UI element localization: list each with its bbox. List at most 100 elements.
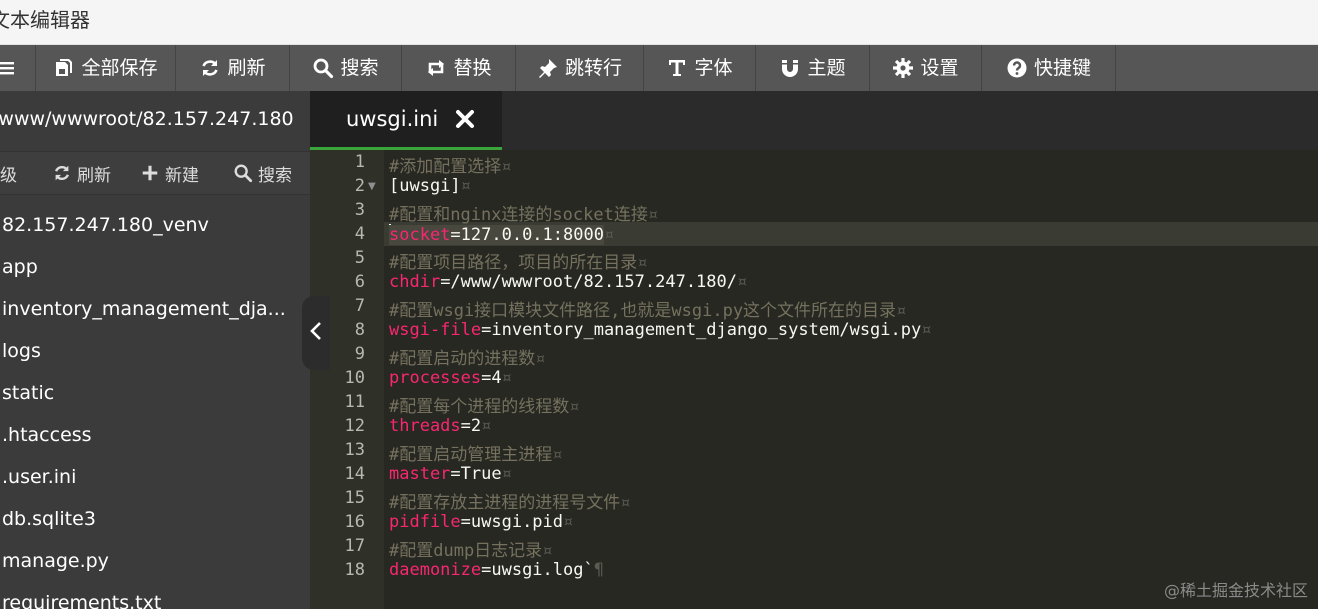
text-icon [666, 57, 688, 79]
file-item[interactable]: .htaccess [0, 414, 310, 456]
close-icon[interactable] [454, 108, 476, 130]
font-button[interactable]: 字体 [644, 45, 756, 91]
search-icon [312, 57, 334, 79]
end-of-line-marker: ¤ [542, 541, 553, 561]
save-all-button[interactable]: 全部保存 [36, 45, 176, 91]
tab-uwsgi-ini[interactable]: uwsgi.ini [310, 91, 502, 150]
refresh-button[interactable]: 刷新 [176, 45, 290, 91]
line-number: 5 [354, 248, 365, 268]
fold-arrow-icon[interactable]: ▼ [368, 181, 376, 192]
code-line[interactable]: chdir=/www/wwwroot/82.157.247.180/¤ [389, 272, 747, 292]
search-label: 搜索 [340, 57, 379, 79]
code-line[interactable]: threads=2¤ [389, 416, 491, 436]
sidebar-refresh-button[interactable]: 刷新 [52, 161, 111, 186]
code-key: pidfile [389, 512, 461, 532]
theme-label: 主题 [807, 57, 846, 79]
theme-button[interactable]: 主题 [756, 45, 870, 91]
save-all-label: 全部保存 [81, 57, 158, 79]
code-line[interactable]: master=True¤ [389, 464, 512, 484]
code-value: =2 [460, 416, 482, 436]
code-line[interactable]: #配置wsgi接口模块文件路径,也就是wsgi.py这个文件所在的目录¤ [389, 296, 906, 321]
code-line[interactable]: #配置每个进程的线程数¤ [389, 392, 580, 417]
pin-icon [537, 57, 559, 79]
file-item[interactable]: .user.ini [0, 456, 310, 498]
sidebar-new-button[interactable]: 新建 [140, 161, 199, 186]
code-comment: #配置每个进程的线程数 [389, 397, 570, 417]
code-line[interactable]: #配置项目路径，项目的所在目录¤ [389, 248, 647, 273]
toolbar-menu-button[interactable] [0, 45, 36, 91]
code-editor[interactable]: 1 2 ▼ 3 4 5 6 7 8 9 10 11 12 13 14 15 16 17 18 #添加配置选择¤ [uw… [310, 150, 1318, 609]
toolbar: 全部保存 刷新 搜索 替换 跳转行 字体 主题 设置 快捷键 [0, 45, 1318, 91]
code-key: chdir [389, 272, 441, 292]
sidebar-collapse-button[interactable] [302, 296, 330, 370]
current-path: /www/wwwroot/82.157.247.180 [0, 108, 294, 130]
file-item[interactable]: inventory_management_dja... [0, 288, 310, 330]
shortcuts-button[interactable]: 快捷键 [982, 45, 1116, 91]
code-line[interactable]: socket=127.0.0.1:8000¤ [389, 224, 614, 245]
settings-button[interactable]: 设置 [870, 45, 982, 91]
code-line[interactable]: #配置存放主进程的进程号文件¤ [389, 488, 630, 513]
sidebar-new-label: 新建 [165, 165, 199, 186]
up-level-button[interactable]: 上一级 [0, 161, 17, 186]
file-item[interactable]: db.sqlite3 [0, 498, 310, 540]
file-item[interactable]: logs [0, 330, 310, 372]
line-number: 1 [354, 152, 365, 172]
end-of-line-marker: ¤ [481, 416, 492, 436]
sidebar-search-button[interactable]: 搜索 [233, 161, 292, 186]
code-comment: #配置存放主进程的进程号文件 [389, 493, 621, 513]
goto-line-label: 跳转行 [564, 57, 622, 79]
line-number: 16 [344, 512, 365, 532]
file-item[interactable]: manage.py [0, 540, 310, 582]
plus-icon [140, 163, 160, 183]
code-key: master [389, 464, 451, 484]
code-line[interactable]: processes=4¤ [389, 368, 512, 388]
search-button[interactable]: 搜索 [290, 45, 402, 91]
code-line[interactable]: #添加配置选择¤ [389, 152, 512, 177]
line-number: 6 [354, 272, 365, 292]
code-comment: #配置启动的进程数 [389, 349, 536, 369]
code-key: daemonize [389, 560, 482, 580]
menu-icon [0, 57, 20, 79]
end-of-line-marker: ¤ [460, 176, 471, 196]
file-sidebar: /www/wwwroot/82.157.247.180 上一级 刷新 新建 搜索… [0, 91, 310, 609]
toolbar-filler [1116, 45, 1318, 91]
shortcuts-label: 快捷键 [1033, 57, 1091, 79]
line-number-gutter: 1 2 ▼ 3 4 5 6 7 8 9 10 11 12 13 14 15 16 17 18 [310, 150, 384, 609]
code-line[interactable]: #配置启动管理主进程¤ [389, 440, 563, 465]
end-of-line-marker: ¤ [921, 320, 932, 340]
code-line[interactable]: #配置和nginx连接的socket连接¤ [389, 200, 658, 225]
end-of-line-marker: ¤ [501, 368, 512, 388]
sidebar-actions: 上一级 刷新 新建 搜索 [0, 151, 310, 195]
file-item[interactable]: 82.157.247.180_venv [0, 204, 310, 246]
tab-label: uwsgi.ini [346, 107, 439, 131]
file-item[interactable]: static [0, 372, 310, 414]
replace-button[interactable]: 替换 [402, 45, 516, 91]
code-line[interactable]: pidfile=uwsgi.pid¤ [389, 512, 573, 532]
end-of-line-marker: ¤ [896, 301, 907, 321]
code-line[interactable]: [uwsgi]¤ [389, 176, 471, 196]
code-line[interactable]: #配置启动的进程数¤ [389, 344, 546, 369]
code-value: =inventory_management_django_system/wsgi… [481, 320, 922, 340]
line-number: 15 [344, 488, 365, 508]
code-line[interactable]: wsgi-file=inventory_management_django_sy… [389, 320, 931, 340]
file-list: 82.157.247.180_venv app inventory_manage… [0, 204, 310, 609]
code-comment: #配置启动管理主进程 [389, 445, 553, 465]
code-line[interactable]: #配置dump日志记录¤ [389, 536, 552, 561]
end-of-line-marker: ¤ [737, 272, 748, 292]
file-item[interactable]: app [0, 246, 310, 288]
code-line[interactable]: daemonize=uwsgi.log`¶ [389, 560, 604, 580]
goto-line-button[interactable]: 跳转行 [516, 45, 644, 91]
chevron-left-icon [309, 321, 323, 345]
code-key: socket [389, 225, 451, 245]
search-icon [233, 163, 253, 183]
line-number: 10 [344, 368, 365, 388]
code-comment: #配置和nginx连接的socket连接 [389, 205, 648, 225]
file-item[interactable]: requirements.txt [0, 582, 310, 609]
watermark: @稀土掘金技术社区 [1163, 581, 1308, 600]
line-number: 4 [354, 224, 365, 244]
up-level-label: 上一级 [0, 165, 17, 186]
question-icon [1006, 57, 1028, 79]
end-of-line-marker: ¤ [535, 349, 546, 369]
sidebar-search-label: 搜索 [258, 165, 292, 186]
gear-icon [892, 57, 914, 79]
